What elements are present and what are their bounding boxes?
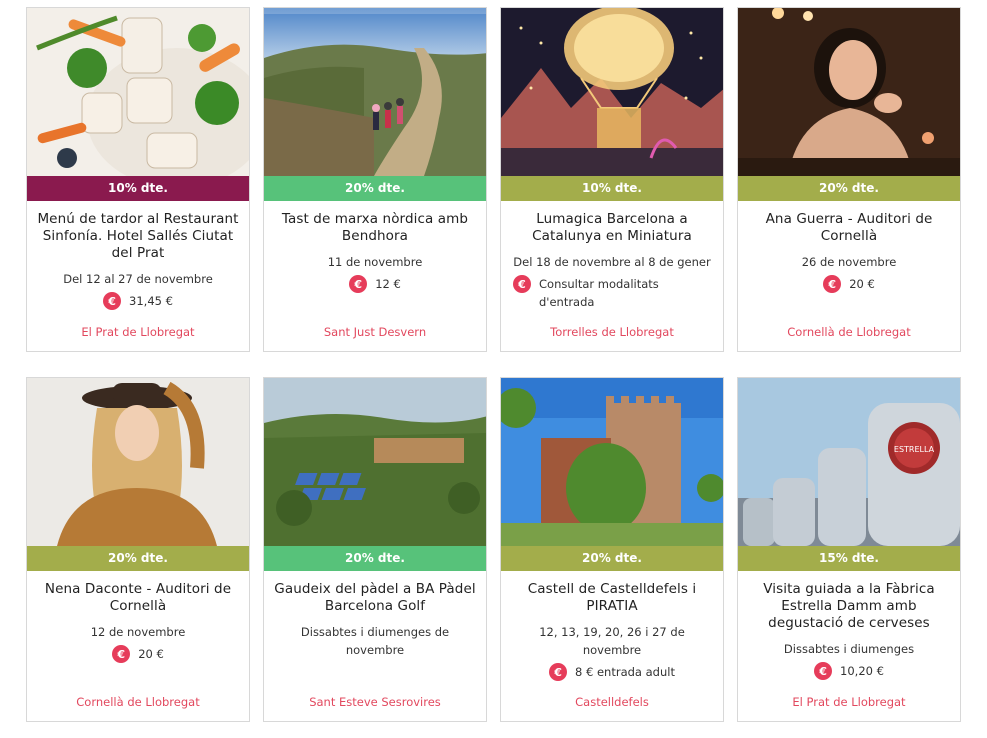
offer-price: 20 € <box>849 277 875 291</box>
price-row: € 20 € <box>27 645 249 663</box>
offer-location[interactable]: Cornellà de Llobregat <box>738 325 960 339</box>
offer-title[interactable]: Menú de tardor al Restaurant Sinfonía. H… <box>37 211 239 262</box>
offer-title[interactable]: Nena Daconte - Auditori de Cornellà <box>37 581 239 615</box>
euro-icon: € <box>814 662 833 680</box>
light-balloon-image <box>501 8 723 176</box>
offer-card[interactable]: 20% dte. Nena Daconte - Auditori de Corn… <box>26 377 250 722</box>
castle-image <box>501 378 723 546</box>
offer-title[interactable]: Tast de marxa nòrdica amb Bendhora <box>274 211 476 245</box>
offer-price: 10,20 € <box>840 664 884 678</box>
offer-date: 12 de novembre <box>90 625 186 639</box>
offer-price: 12 € <box>375 277 401 291</box>
brewery-tanks-image: ESTRELLA <box>738 378 960 546</box>
euro-icon: € <box>112 645 131 663</box>
euro-icon: € <box>823 275 842 293</box>
offer-price: 8 € entrada adult <box>575 665 675 679</box>
offer-card[interactable]: 10% dte. Menú de tardor al Restaurant Si… <box>26 7 250 352</box>
offer-date: 11 de novembre <box>327 255 423 269</box>
offer-title[interactable]: Ana Guerra - Auditori de Cornellà <box>748 211 950 245</box>
singer-hat-image <box>27 378 249 546</box>
euro-icon: € <box>349 275 368 293</box>
padel-courts-image <box>264 378 486 546</box>
offers-grid: 10% dte. Menú de tardor al Restaurant Si… <box>0 0 987 738</box>
offer-date: Dissabtes i diumenges de novembre <box>300 625 450 657</box>
offer-title[interactable]: Visita guiada a la Fàbrica Estrella Damm… <box>748 581 950 632</box>
offer-title[interactable]: Lumagica Barcelona a Catalunya en Miniat… <box>511 211 713 245</box>
offer-card[interactable]: ESTRELLA 15% dte. Visita guiada a la Fàb… <box>737 377 961 722</box>
discount-badge: 20% dte. <box>264 176 486 201</box>
offer-card[interactable]: 20% dte. Ana Guerra - Auditori de Cornel… <box>737 7 961 352</box>
euro-icon: € <box>549 663 568 681</box>
offer-location[interactable]: Sant Just Desvern <box>264 325 486 339</box>
offer-card[interactable]: 10% dte. Lumagica Barcelona a Catalunya … <box>500 7 724 352</box>
hiking-trail-image <box>264 8 486 176</box>
offer-title[interactable]: Gaudeix del pàdel a BA Pàdel Barcelona G… <box>274 581 476 615</box>
discount-badge: 20% dte. <box>501 546 723 571</box>
price-row: € 20 € <box>738 275 960 293</box>
discount-badge: 10% dte. <box>27 176 249 201</box>
price-row: € Consultar modalitats d'entrada <box>501 275 723 311</box>
offer-date: Dissabtes i diumenges <box>783 642 915 656</box>
estrella-logo-text: ESTRELLA <box>894 445 935 454</box>
offer-card[interactable]: 20% dte. Tast de marxa nòrdica amb Bendh… <box>263 7 487 352</box>
discount-badge: 20% dte. <box>738 176 960 201</box>
offer-price: 20 € <box>138 647 164 661</box>
price-row: € 8 € entrada adult <box>501 663 723 681</box>
offer-card[interactable]: 20% dte. Gaudeix del pàdel a BA Pàdel Ba… <box>263 377 487 722</box>
offer-location[interactable]: El Prat de Llobregat <box>27 325 249 339</box>
offer-location[interactable]: El Prat de Llobregat <box>738 695 960 709</box>
offer-date: Del 18 de novembre al 8 de gener <box>513 255 711 269</box>
price-row: € 12 € <box>264 275 486 293</box>
offer-title[interactable]: Castell de Castelldefels i PIRATIA <box>511 581 713 615</box>
food-plate-image <box>27 8 249 176</box>
price-row: € 10,20 € <box>738 662 960 680</box>
discount-badge: 20% dte. <box>27 546 249 571</box>
euro-icon: € <box>103 292 122 310</box>
offer-location[interactable]: Torrelles de Llobregat <box>501 325 723 339</box>
discount-badge: 15% dte. <box>738 546 960 571</box>
price-row: € 31,45 € <box>27 292 249 310</box>
offer-price: 31,45 € <box>129 294 173 308</box>
offer-date: 26 de novembre <box>801 255 897 269</box>
offer-date: 12, 13, 19, 20, 26 i 27 de novembre <box>539 625 685 657</box>
discount-badge: 20% dte. <box>264 546 486 571</box>
singer-portrait-image <box>738 8 960 176</box>
offer-price: Consultar modalitats d'entrada <box>539 277 659 309</box>
offer-card[interactable]: 20% dte. Castell de Castelldefels i PIRA… <box>500 377 724 722</box>
euro-icon: € <box>513 275 531 293</box>
offer-location[interactable]: Cornellà de Llobregat <box>27 695 249 709</box>
offer-location[interactable]: Sant Esteve Sesrovires <box>264 695 486 709</box>
offer-location[interactable]: Castelldefels <box>501 695 723 709</box>
offer-date: Del 12 al 27 de novembre <box>63 272 213 286</box>
discount-badge: 10% dte. <box>501 176 723 201</box>
